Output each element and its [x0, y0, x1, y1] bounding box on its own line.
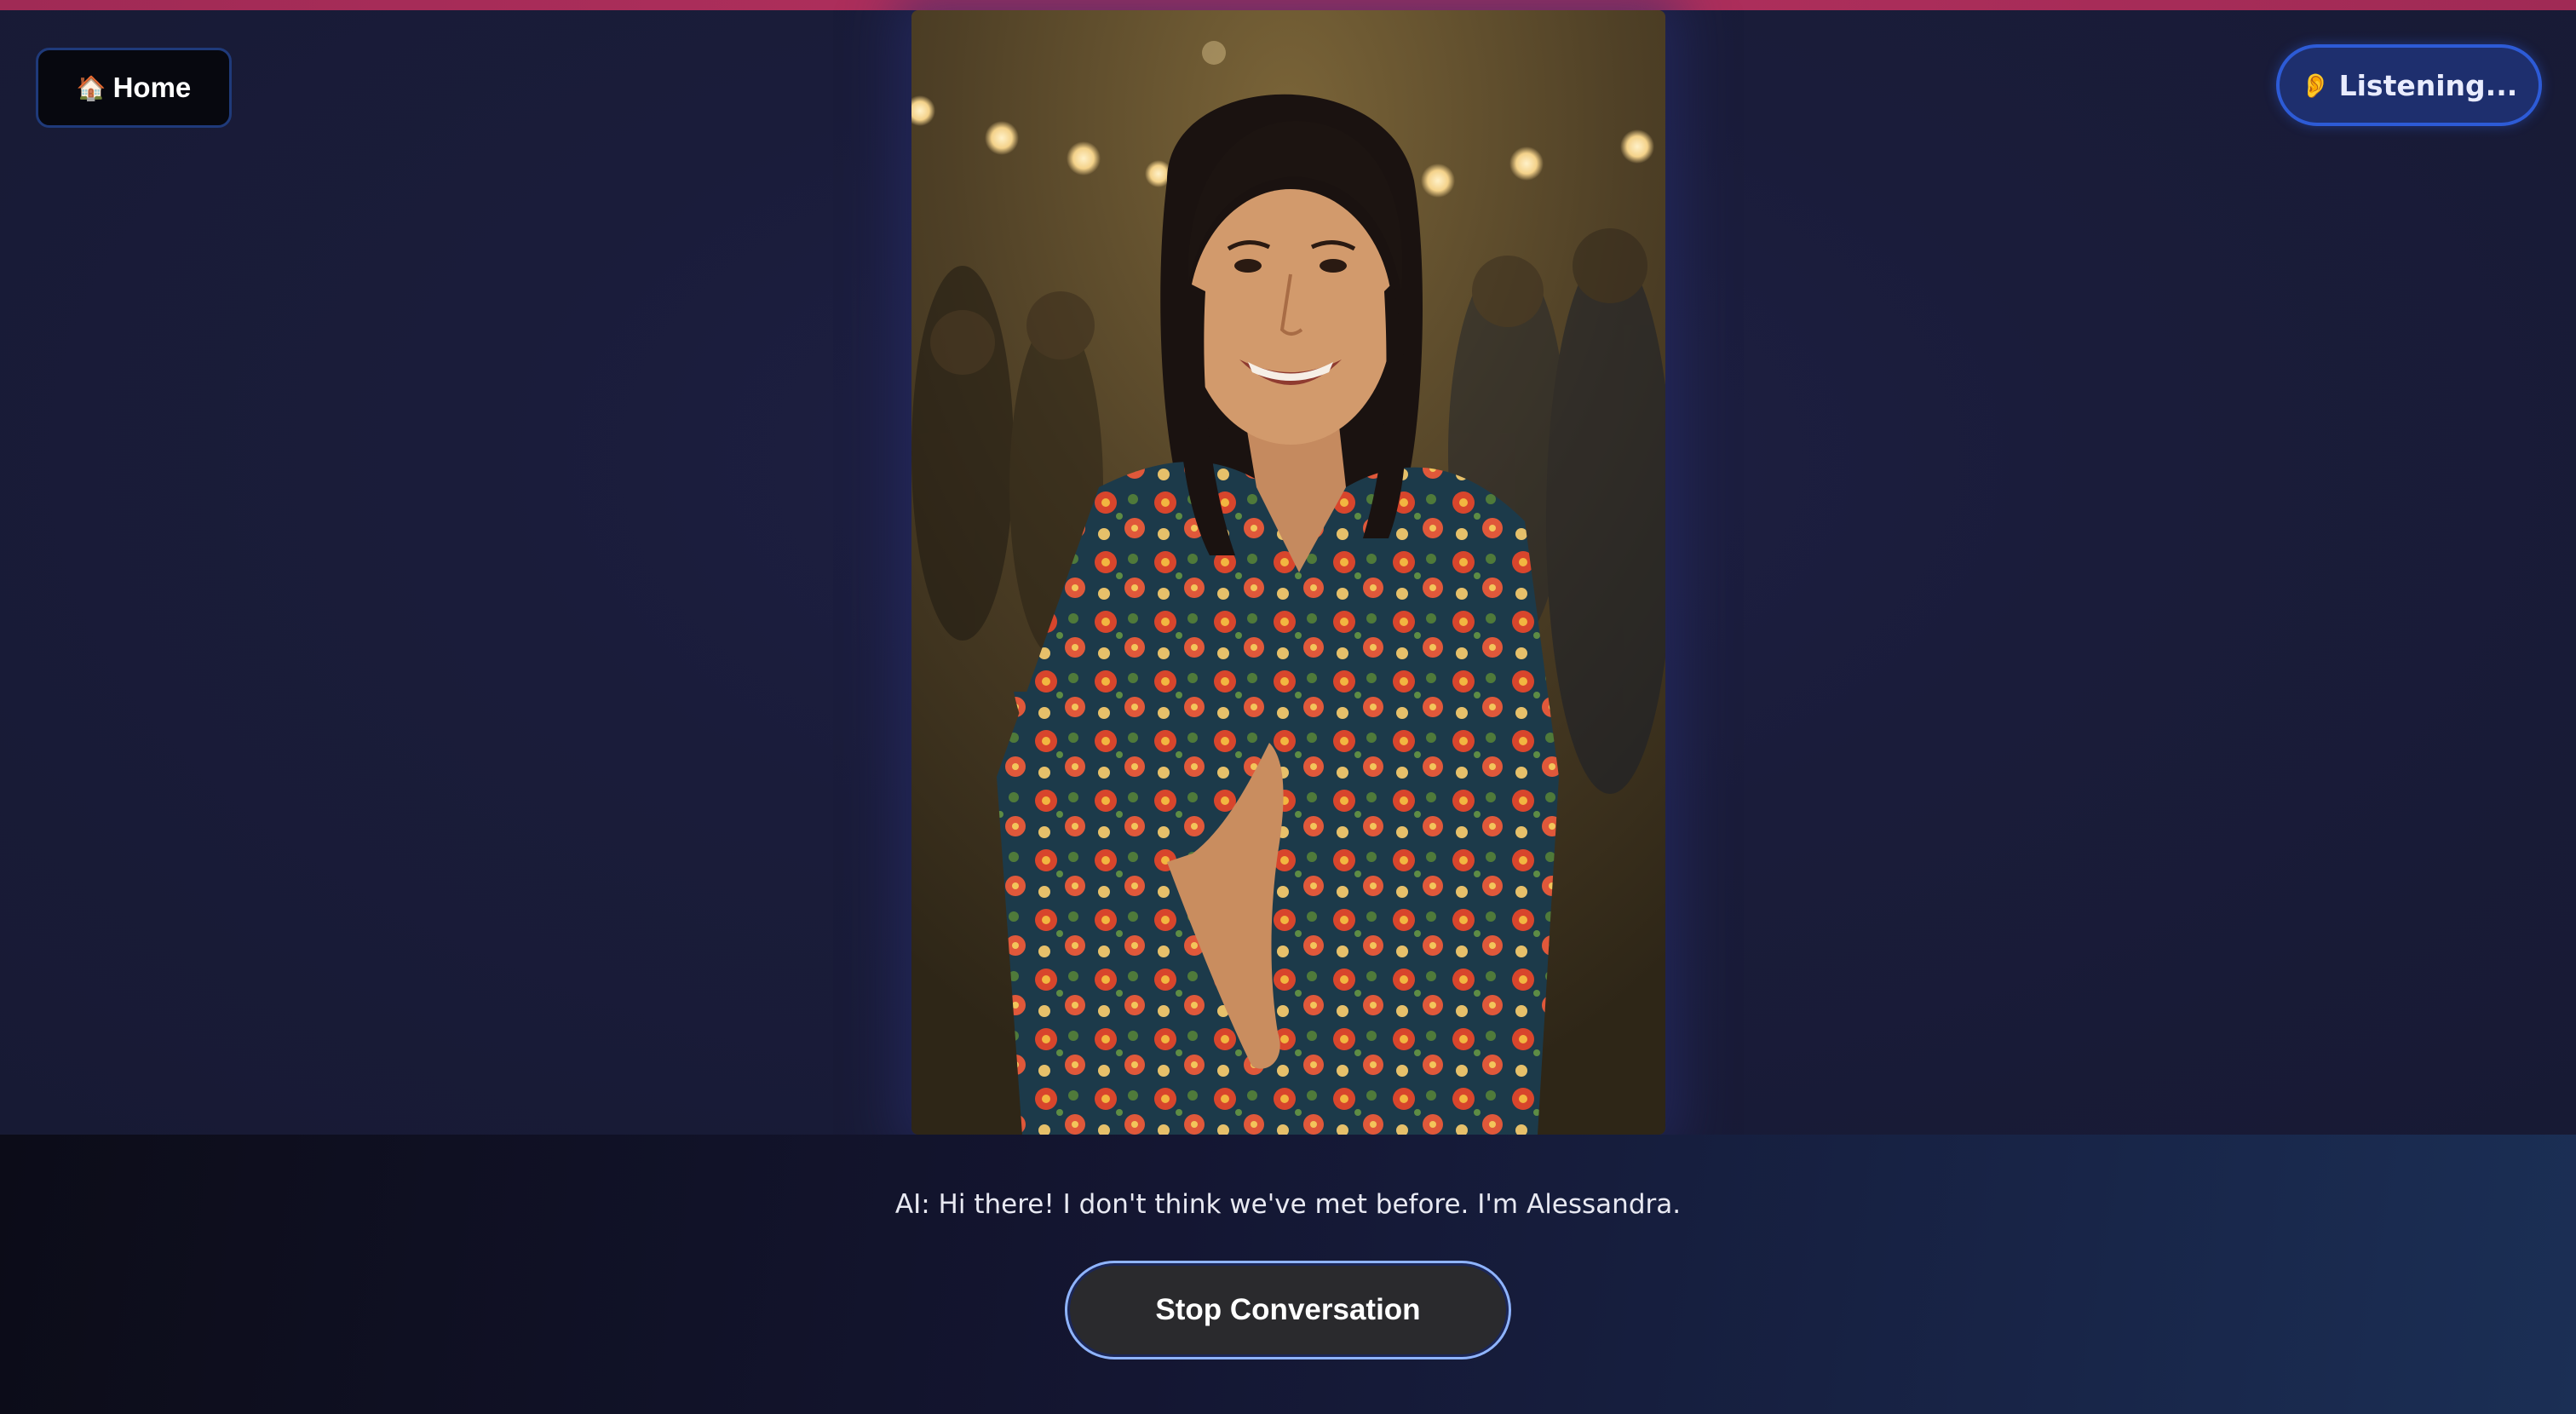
ai-transcript-text: AI: Hi there! I don't think we've met be… [894, 1189, 1682, 1220]
house-icon: 🏠 [76, 74, 106, 101]
home-button[interactable]: 🏠 Home [36, 48, 232, 128]
listening-status-badge: 👂 Listening... [2276, 44, 2542, 126]
ear-icon: 👂 [2300, 71, 2331, 100]
avatar-photo [911, 10, 1665, 1135]
home-button-label: Home [112, 72, 192, 103]
stop-conversation-button[interactable]: Stop Conversation [1065, 1261, 1511, 1359]
avatar-illustration [911, 10, 1665, 1135]
top-accent-bar [0, 0, 2576, 10]
listening-status-label: Listening... [2338, 68, 2518, 102]
